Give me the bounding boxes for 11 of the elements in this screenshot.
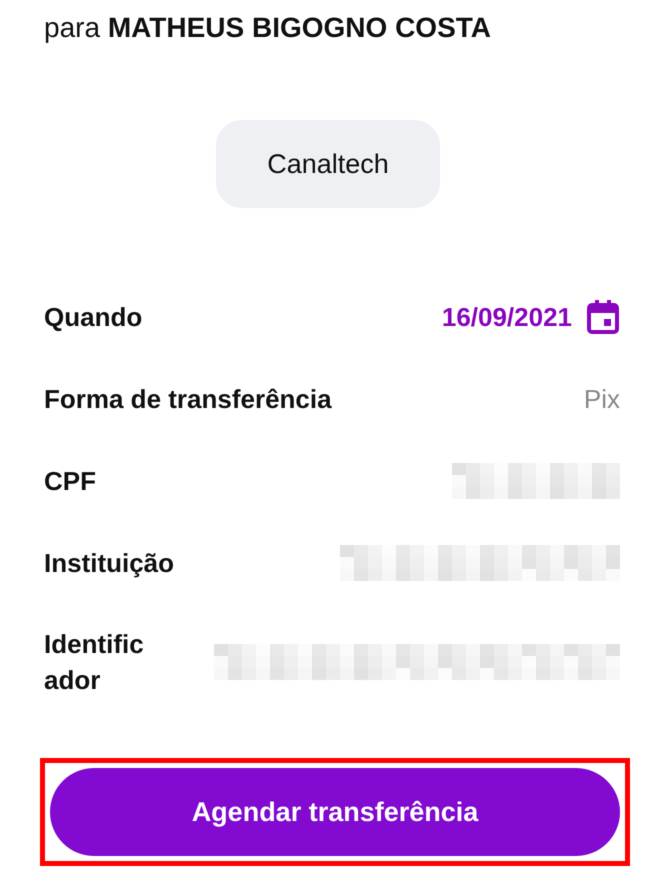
row-label: Identific ador (44, 628, 144, 697)
schedule-button[interactable]: Agendar transferência (50, 768, 620, 856)
row-label: Instituição (44, 547, 174, 580)
calendar-icon[interactable] (586, 299, 620, 335)
row-value: Pix (584, 384, 620, 414)
date-value[interactable]: 16/09/2021 (442, 302, 572, 332)
row-label: Forma de transferência (44, 383, 332, 416)
row-label: Quando (44, 301, 142, 334)
row-label: CPF (44, 465, 96, 498)
message-chip: Canaltech (216, 120, 440, 208)
recipient-text: para MATHEUS BIGOGNO COSTA (44, 11, 492, 45)
